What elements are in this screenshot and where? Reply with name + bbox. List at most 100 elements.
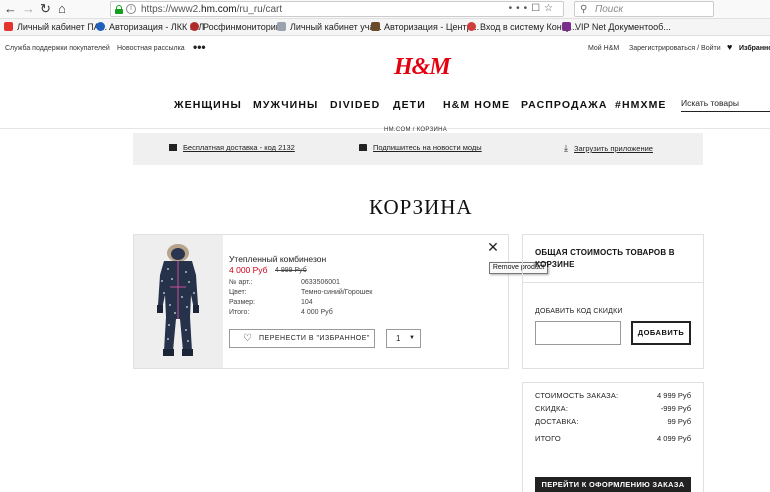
bookmark-item[interactable]: Авторизация - Центр...: [371, 21, 479, 33]
browser-toolbar: ← → ↻ ⌂ i https://www2.hm.com/ru_ru/cart…: [0, 0, 770, 19]
quantity-value: 1: [396, 334, 401, 343]
page-actions-icon[interactable]: •••☐☆: [509, 2, 557, 16]
nav-men[interactable]: МУЖЧИНЫ: [253, 99, 318, 111]
info-icon[interactable]: i: [126, 4, 136, 14]
attr-value: Темно-синий/Горошек: [301, 289, 373, 296]
discount-code-label: ДОБАВИТЬ КОД СКИДКИ: [535, 308, 623, 315]
promo-app-label: Загрузить приложение: [573, 144, 653, 153]
product-name[interactable]: Утепленный комбинезон: [229, 254, 326, 265]
bookmark-label: VIP Net Документооб...: [575, 22, 671, 32]
url-domain: hm.com: [201, 4, 237, 15]
heart-icon[interactable]: ♥: [727, 43, 732, 52]
chevron-down-icon: ▼: [409, 335, 415, 341]
bag-icon: [359, 144, 367, 151]
total-label: ИТОГО: [535, 434, 561, 443]
promo-delivery[interactable]: Бесплатная доставка - код 2132: [169, 143, 295, 153]
nav-women[interactable]: ЖЕНЩИНЫ: [174, 99, 242, 111]
back-icon[interactable]: ←: [4, 2, 17, 16]
page-title: КОРЗИНА: [369, 195, 473, 219]
attr-value: 4 000 Руб: [301, 309, 333, 316]
hm-logo[interactable]: H&M: [394, 53, 451, 81]
bookmark-label: Авторизация - Центр...: [384, 22, 480, 32]
favorites-link[interactable]: Избранно: [739, 44, 770, 53]
product-price: 4 000 Руб: [229, 265, 268, 275]
order-summary: ОБЩАЯ СТОИМОСТЬ ТОВАРОВ В КОРЗИНЕ ДОБАВИ…: [522, 234, 704, 369]
add-discount-button[interactable]: ДОБАВИТЬ: [631, 321, 691, 345]
attr-value: 104: [301, 299, 313, 306]
box-icon: [169, 144, 177, 151]
site-search-input[interactable]: Искать товары: [681, 97, 770, 112]
nav-hmxme[interactable]: #HMXME: [615, 99, 667, 111]
order-cost-value: 4 999 Руб: [657, 391, 691, 400]
bookmark-label: Росфинмониторинг: [203, 22, 285, 32]
promo-subscribe-label: Подпишитесь на новости моды: [373, 143, 482, 152]
product-old-price: 4 999 Руб: [275, 267, 307, 274]
discount-label: СКИДКА:: [535, 404, 569, 413]
bookmark-favicon-icon: [277, 22, 286, 31]
close-icon[interactable]: ✕: [486, 240, 500, 254]
bookmarks-bar: Личный кабинет ПА... Авторизация - ЛКК Ю…: [0, 19, 770, 36]
promo-subscribe[interactable]: Подпишитесь на новости моды: [359, 143, 482, 153]
search-icon: ⚲: [580, 4, 588, 15]
browser-search[interactable]: ⚲ Поиск: [574, 1, 714, 17]
summary-divider: [523, 282, 703, 283]
discount-code-input[interactable]: [535, 321, 621, 345]
download-icon: ⤓: [564, 143, 568, 153]
nav-home[interactable]: H&M HOME: [443, 99, 510, 111]
search-placeholder: Поиск: [595, 4, 624, 15]
bookmark-favicon-icon: [467, 22, 476, 31]
order-totals: СТОИМОСТЬ ЗАКАЗА: 4 999 Руб СКИДКА: -999…: [522, 382, 704, 492]
bookmark-item[interactable]: Вход в систему Конту...: [467, 21, 577, 33]
url-prefix: https://www2.: [141, 4, 202, 15]
login-link[interactable]: Зарегистрироваться / Войти: [629, 44, 721, 53]
url-path: /ru_ru/cart: [236, 4, 283, 15]
bookmark-favicon-icon: [371, 22, 380, 31]
move-to-favorites-label: ПЕРЕНЕСТИ В "ИЗБРАННОЕ": [259, 335, 370, 342]
bookmark-item[interactable]: VIP Net Документооб...: [562, 21, 671, 33]
bookmark-favicon-icon: [190, 22, 199, 31]
bookmark-favicon-icon: [96, 22, 105, 31]
home-icon[interactable]: ⌂: [58, 2, 66, 16]
cart-item: Утепленный комбинезон 4 000 Руб 4 999 Ру…: [133, 234, 509, 369]
url-text[interactable]: https://www2.hm.com/ru_ru/cart: [141, 3, 282, 16]
attr-label: Цвет:: [229, 289, 247, 296]
newsletter-link[interactable]: Новостная рассылка: [117, 44, 185, 53]
address-bar[interactable]: i https://www2.hm.com/ru_ru/cart •••☐☆: [110, 1, 564, 17]
bookmark-item[interactable]: Росфинмониторинг: [190, 21, 284, 33]
attr-label: № арт.:: [229, 279, 253, 286]
bookmark-label: Личный кабинет уча...: [290, 22, 382, 32]
promo-app[interactable]: ⤓ Загрузить приложение: [564, 143, 653, 154]
nav-sale[interactable]: РАСПРОДАЖА: [521, 99, 608, 111]
move-to-favorites-button[interactable]: ♡ ПЕРЕНЕСТИ В "ИЗБРАННОЕ": [229, 329, 375, 348]
delivery-value: 99 Руб: [667, 417, 691, 426]
reload-icon[interactable]: ↻: [40, 2, 51, 16]
promo-bar: Бесплатная доставка - код 2132 Подпишите…: [133, 133, 703, 165]
attr-label: Размер:: [229, 299, 256, 306]
discount-value: -999 Руб: [660, 404, 691, 413]
product-image[interactable]: [134, 235, 223, 368]
nav-kids[interactable]: ДЕТИ: [393, 99, 426, 111]
bookmark-favicon-icon: [562, 22, 571, 31]
nav-divided[interactable]: DIVIDED: [330, 99, 380, 111]
bookmark-item[interactable]: Личный кабинет уча...: [277, 21, 382, 33]
attr-label: Итого:: [229, 309, 250, 316]
more-icon[interactable]: •••: [193, 41, 206, 53]
delivery-label: ДОСТАВКА:: [535, 417, 579, 426]
lock-icon: [115, 5, 123, 14]
bookmark-label: Личный кабинет ПА...: [17, 22, 108, 32]
order-cost-label: СТОИМОСТЬ ЗАКАЗА:: [535, 391, 619, 400]
total-value: 4 099 Руб: [657, 434, 691, 443]
forward-icon[interactable]: →: [22, 2, 35, 16]
my-hm-link[interactable]: Мой H&M: [588, 44, 619, 53]
summary-title: ОБЩАЯ СТОИМОСТЬ ТОВАРОВ В КОРЗИНЕ: [535, 248, 675, 269]
support-link[interactable]: Служба поддержки покупателей: [5, 44, 110, 53]
checkout-button[interactable]: ПЕРЕЙТИ К ОФОРМЛЕНИЮ ЗАКАЗА: [535, 477, 691, 492]
attr-value: 0633506001: [301, 279, 340, 286]
bookmark-item[interactable]: Личный кабинет ПА...: [4, 21, 107, 33]
promo-delivery-label: Бесплатная доставка - код 2132: [183, 143, 295, 152]
bookmark-favicon-icon: [4, 22, 13, 31]
snowsuit-image: [157, 244, 199, 356]
bookmark-item[interactable]: Авторизация - ЛКК ЮЛ: [96, 21, 204, 33]
heart-outline-icon: ♡: [243, 333, 253, 344]
quantity-select[interactable]: 1 ▼: [386, 329, 421, 348]
